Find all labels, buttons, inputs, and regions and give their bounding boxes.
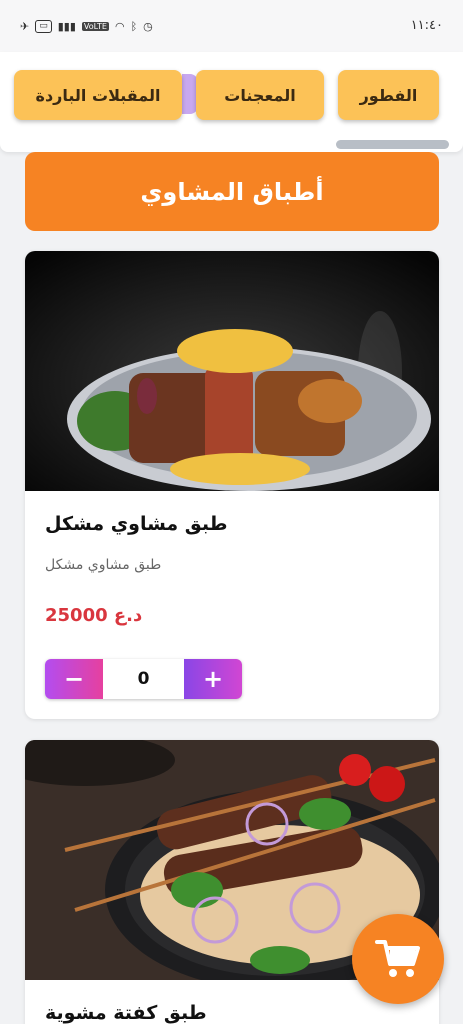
product-title: طبق كفتة مشوية (45, 1002, 207, 1024)
signal-icon: ▮▮▮ (57, 20, 76, 33)
bluetooth-icon: ᛒ (130, 20, 138, 33)
notification-icon: ✈ (20, 20, 30, 33)
battery-saver-icon: ▭ (35, 20, 52, 33)
tabs-scrollbar[interactable] (336, 140, 449, 149)
tab-breakfast[interactable]: الفطور (338, 70, 439, 120)
cart-button[interactable] (352, 914, 444, 1004)
mixed-grill-image (25, 251, 439, 491)
product-price: 25000 د.ع (45, 605, 143, 626)
cart-icon (375, 940, 420, 977)
section-title: أطباق المشاوي (25, 152, 439, 231)
wifi-icon: ◠ (114, 20, 125, 33)
product-card[interactable]: طبق مشاوي مشكل طبق مشاوي مشكل 25000 د.ع … (25, 251, 439, 719)
volte-icon: VoLTE (81, 22, 109, 31)
status-bar: ✈ ▭ ▮▮▮ VoLTE ◠ ᛒ ◷ ١١:٤٠ (0, 0, 463, 52)
status-icons: ✈ ▭ ▮▮▮ VoLTE ◠ ᛒ ◷ (20, 20, 153, 33)
increment-button[interactable]: + (184, 659, 242, 699)
alarm-icon: ◷ (143, 20, 153, 33)
quantity-value: 0 (137, 669, 150, 689)
decrement-button[interactable]: − (45, 659, 103, 699)
product-image (25, 251, 439, 491)
product-description: طبق مشاوي مشكل (45, 557, 162, 573)
tab-pastries[interactable]: المعجنات (196, 70, 324, 120)
quantity-stepper[interactable]: − 0 + (45, 659, 242, 699)
tab-cold-appetizers[interactable]: المقبلات الباردة (14, 70, 182, 120)
status-time: ١١:٤٠ (410, 18, 443, 33)
product-title: طبق مشاوي مشكل (45, 513, 228, 535)
category-tabs: الفطور المعجنات المقبلات الباردة (0, 52, 463, 152)
